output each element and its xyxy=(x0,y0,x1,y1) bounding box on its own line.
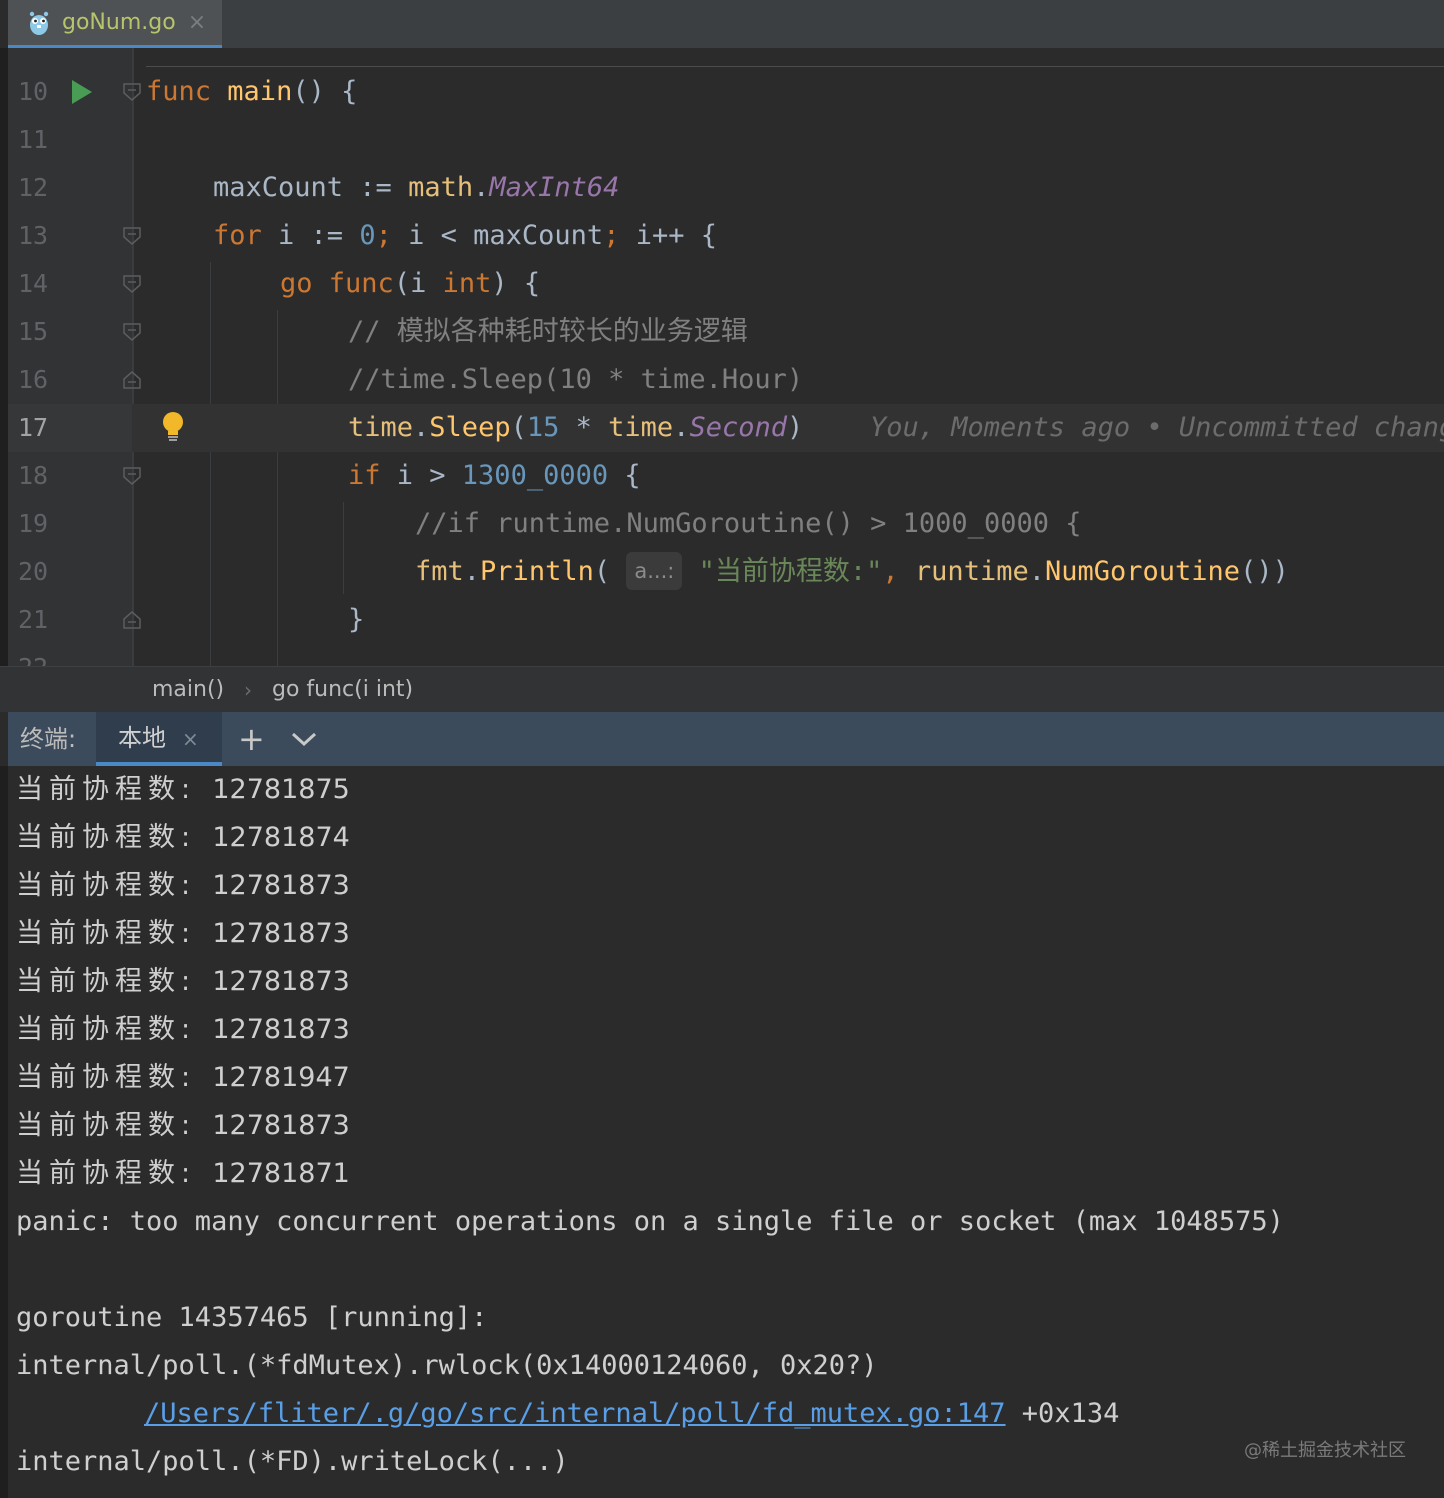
code-text: maxCount := math.MaxInt64 xyxy=(213,172,620,203)
gopher-icon xyxy=(29,11,49,35)
breadcrumb-item-func[interactable]: go func(i int) xyxy=(272,667,413,713)
code-text: go func(i int) { xyxy=(280,268,541,299)
line-number: 18 xyxy=(18,461,49,490)
tab-bar-left-strip xyxy=(0,0,8,48)
breadcrumb: main() › go func(i int) xyxy=(0,666,1444,712)
breadcrumb-separator: › xyxy=(244,678,252,702)
line-number: 15 xyxy=(18,317,49,346)
code-text: func main() { xyxy=(146,76,358,107)
line-number: 10 xyxy=(18,77,49,106)
stack-frame: internal/poll.(*fdMutex).rwlock(0x140001… xyxy=(16,1350,878,1381)
code-editor[interactable]: 10 func main() { 11 12 maxCount := math.… xyxy=(0,48,1444,666)
editor-tab-bar: goNum.go × xyxy=(0,0,1444,48)
code-text: if i > 1300_0000 { xyxy=(348,460,641,491)
code-text: for i := 0; i < maxCount; i++ { xyxy=(213,220,717,251)
code-line-15[interactable]: 15 // 模拟各种耗时较长的业务逻辑 xyxy=(8,308,1444,356)
code-line-21[interactable]: 21 } xyxy=(8,596,1444,644)
line-number: 20 xyxy=(18,557,49,586)
output-line: 当前协程数: 12781873 xyxy=(16,1014,350,1045)
code-line-16[interactable]: 16 //time.Sleep(10 * time.Hour) xyxy=(8,356,1444,404)
output-line: 当前协程数: 12781873 xyxy=(16,1110,350,1141)
output-line: 当前协程数: 12781873 xyxy=(16,918,350,949)
fold-end-icon[interactable] xyxy=(122,611,142,629)
terminal-left-strip xyxy=(0,766,8,1498)
editor-tab-gonum[interactable]: goNum.go × xyxy=(8,0,222,48)
code-text: time.Sleep(15 * time.Second) xyxy=(348,412,804,443)
output-line: 当前协程数: 12781873 xyxy=(16,966,350,997)
fold-end-icon[interactable] xyxy=(122,371,142,389)
code-line-18[interactable]: 18 if i > 1300_0000 { xyxy=(8,452,1444,500)
chevron-down-icon[interactable] xyxy=(290,729,318,749)
method-separator-line xyxy=(146,66,1444,67)
editor-left-strip xyxy=(0,48,8,666)
fold-icon[interactable] xyxy=(122,83,142,101)
line-number: 17 xyxy=(18,413,49,442)
code-line-14[interactable]: 14 go func(i int) { xyxy=(8,260,1444,308)
source-file-link[interactable]: /Users/fliter/.g/go/src/internal/poll/fd… xyxy=(144,1398,1006,1429)
code-line-10[interactable]: 10 func main() { xyxy=(8,68,1444,116)
terminal-header-left-strip xyxy=(0,712,8,766)
line-number: 12 xyxy=(18,173,49,202)
terminal-tab-label: 本地 xyxy=(118,724,166,752)
fold-icon[interactable] xyxy=(122,275,142,293)
fold-icon[interactable] xyxy=(122,227,142,245)
close-icon[interactable]: × xyxy=(182,712,199,766)
line-number: 19 xyxy=(18,509,49,538)
git-blame-annotation: You, Moments ago • Uncommitted changes xyxy=(870,412,1444,443)
code-comment: //if runtime.NumGoroutine() > 1000_0000 … xyxy=(415,508,1082,539)
output-line: 当前协程数: 12781947 xyxy=(16,1062,350,1093)
line-number: 22 xyxy=(18,644,48,666)
output-line: 当前协程数: 12781875 xyxy=(16,774,350,805)
code-comment: //time.Sleep(10 * time.Hour) xyxy=(348,364,804,395)
line-number: 21 xyxy=(18,605,49,634)
terminal-tab-local[interactable]: 本地 × xyxy=(96,712,222,766)
line-number: 13 xyxy=(18,221,49,250)
code-line-22[interactable]: 22 xyxy=(8,644,1444,666)
output-line: 当前协程数: 12781871 xyxy=(16,1158,350,1189)
terminal-output[interactable]: 当前协程数: 12781875 当前协程数: 12781874 当前协程数: 1… xyxy=(0,766,1444,1498)
code-line-20[interactable]: 20 fmt.Println( a...: "当前协程数:", runtime.… xyxy=(8,548,1444,596)
line-number: 14 xyxy=(18,269,49,298)
lightbulb-icon[interactable] xyxy=(160,410,186,444)
new-terminal-button[interactable]: + xyxy=(238,712,265,766)
output-line: 当前协程数: 12781874 xyxy=(16,822,350,853)
fold-icon[interactable] xyxy=(122,323,142,341)
run-icon[interactable] xyxy=(72,80,92,104)
close-icon[interactable]: × xyxy=(188,10,206,35)
code-comment: // 模拟各种耗时较长的业务逻辑 xyxy=(348,316,748,347)
terminal-title: 终端: xyxy=(20,725,77,753)
breadcrumb-item-main[interactable]: main() xyxy=(152,667,224,713)
code-line-12[interactable]: 12 maxCount := math.MaxInt64 xyxy=(8,164,1444,212)
fold-icon[interactable] xyxy=(122,467,142,485)
code-line-13[interactable]: 13 for i := 0; i < maxCount; i++ { xyxy=(8,212,1444,260)
editor-tab-filename: goNum.go xyxy=(62,10,176,35)
code-text: fmt.Println( a...: "当前协程数:", runtime.Num… xyxy=(415,548,1289,596)
line-number: 11 xyxy=(18,125,49,154)
watermark: @稀土掘金技术社区 xyxy=(1244,1440,1406,1461)
code-text: } xyxy=(348,604,365,635)
panic-message: panic: too many concurrent operations on… xyxy=(16,1206,1284,1237)
terminal-header: 终端: 本地 × + xyxy=(0,712,1444,766)
code-line-11[interactable]: 11 xyxy=(8,116,1444,164)
parameter-hint: a...: xyxy=(626,552,683,590)
stack-frame-location: /Users/fliter/.g/go/src/internal/poll/fd… xyxy=(144,1398,1120,1429)
line-number: 16 xyxy=(18,365,49,394)
goroutine-header: goroutine 14357465 [running]: xyxy=(16,1302,488,1333)
code-line-17[interactable]: 17 time.Sleep(15 * time.Second) You, Mom… xyxy=(8,404,1444,452)
output-line: 当前协程数: 12781873 xyxy=(16,870,350,901)
stack-frame: internal/poll.(*FD).writeLock(...) xyxy=(16,1446,569,1477)
code-line-19[interactable]: 19 //if runtime.NumGoroutine() > 1000_00… xyxy=(8,500,1444,548)
